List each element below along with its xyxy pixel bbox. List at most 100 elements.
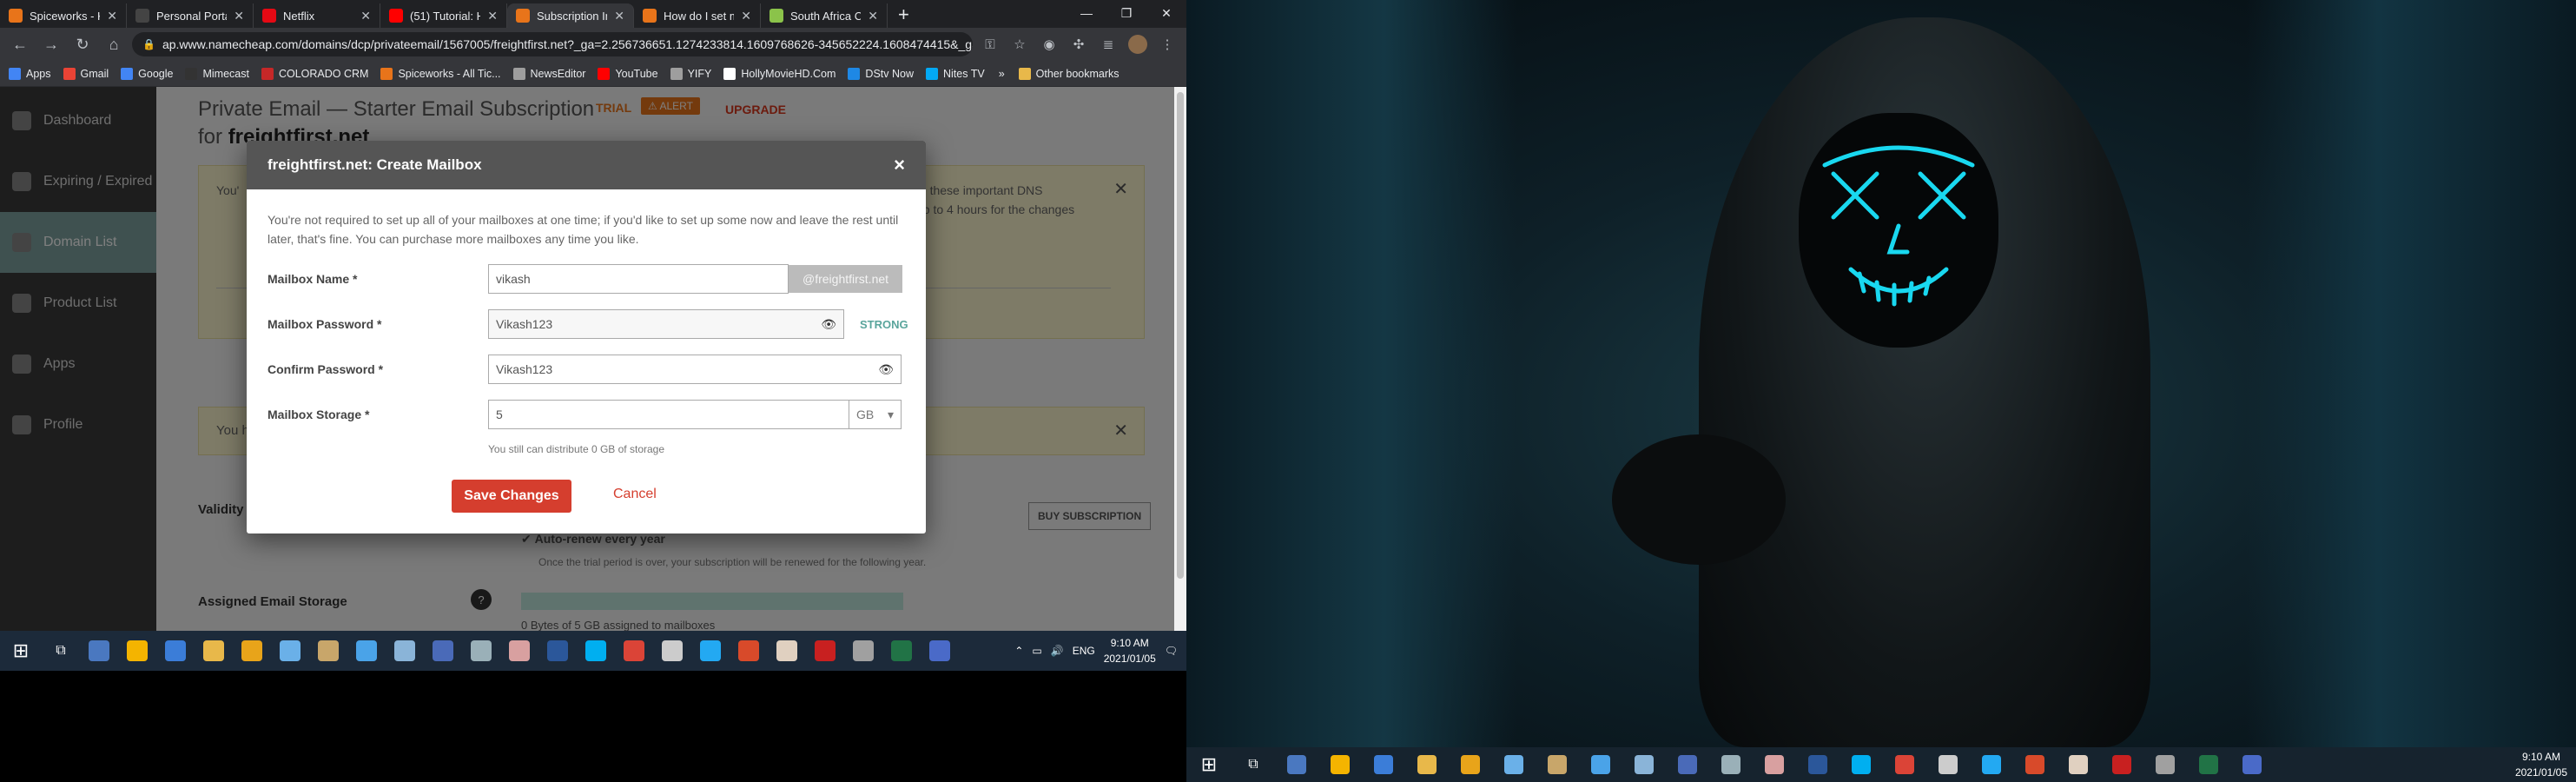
- close-tab-icon[interactable]: ✕: [360, 9, 371, 23]
- windows-start-icon[interactable]: ⊞: [0, 631, 42, 671]
- clock[interactable]: 9:10 AM 2021/01/05: [2515, 749, 2567, 780]
- menu-icon[interactable]: ⋮: [1155, 32, 1179, 56]
- bookmark-9[interactable]: HollyMovieHD.Com: [723, 67, 836, 80]
- skype2-icon[interactable]: [1840, 747, 1883, 782]
- bookmark-6[interactable]: NewsEditor: [512, 67, 585, 80]
- close-tab-icon[interactable]: ✕: [741, 9, 751, 23]
- scroll-thumb[interactable]: [1177, 92, 1184, 579]
- tab-5[interactable]: How do I set my d ✕: [634, 3, 761, 28]
- home-icon[interactable]: ⌂: [101, 31, 127, 57]
- bookmark-11[interactable]: Nites TV: [926, 67, 985, 80]
- eye-icon[interactable]: 👁: [878, 362, 894, 377]
- chrome2-icon[interactable]: [615, 631, 653, 671]
- chrome2-icon[interactable]: [1883, 747, 1926, 782]
- tab-3[interactable]: (51) Tutorial: How ✕: [380, 3, 507, 28]
- app4-icon[interactable]: [500, 631, 538, 671]
- bookmark-3[interactable]: Mimecast: [185, 67, 249, 80]
- mail-icon[interactable]: [1579, 747, 1622, 782]
- windows-start-icon[interactable]: ⊞: [1186, 747, 1232, 782]
- folder2-icon[interactable]: [309, 631, 347, 671]
- settings-icon[interactable]: [653, 631, 691, 671]
- bookmark-7[interactable]: YouTube: [598, 67, 658, 80]
- network-icon[interactable]: ▭: [1032, 645, 1041, 657]
- bookmark-10[interactable]: DStv Now: [848, 67, 914, 80]
- language-indicator[interactable]: ENG: [1073, 645, 1095, 657]
- restore-icon[interactable]: ❐: [1106, 0, 1146, 26]
- folder-icon[interactable]: [195, 631, 233, 671]
- app2-icon[interactable]: [1666, 747, 1709, 782]
- task-view-icon[interactable]: ⧉: [1232, 747, 1275, 782]
- word-icon[interactable]: [538, 631, 577, 671]
- eye-icon[interactable]: 👁: [821, 317, 836, 332]
- bookmark-4[interactable]: COLORADO CRM: [261, 67, 368, 80]
- tab-6[interactable]: South Africa Coron ✕: [761, 3, 888, 28]
- back-icon[interactable]: ←: [7, 31, 33, 57]
- mailbox-name-input[interactable]: vikash: [488, 264, 789, 294]
- app4-icon[interactable]: [1753, 747, 1796, 782]
- app1-icon[interactable]: [1622, 747, 1666, 782]
- more-bookmarks-icon[interactable]: »: [999, 68, 1005, 80]
- close-tab-icon[interactable]: ✕: [487, 9, 498, 23]
- app9-icon[interactable]: [921, 631, 959, 671]
- outlook-icon[interactable]: [1449, 747, 1492, 782]
- app8-icon[interactable]: [2143, 747, 2187, 782]
- app6-icon[interactable]: [768, 631, 806, 671]
- confirm-input[interactable]: Vikash123 👁: [488, 355, 902, 384]
- storage-input[interactable]: 5: [488, 400, 849, 429]
- file-explorer-icon[interactable]: [1275, 747, 1318, 782]
- file-explorer-icon[interactable]: [80, 631, 118, 671]
- task-view-icon[interactable]: ⧉: [42, 631, 80, 671]
- puzzle-icon[interactable]: ✣: [1067, 32, 1091, 56]
- remote-desktop-icon[interactable]: [1362, 747, 1405, 782]
- clock[interactable]: 9:10 AM 2021/01/05: [1104, 635, 1156, 666]
- save-changes-button[interactable]: Save Changes: [452, 480, 571, 513]
- bookmark-8[interactable]: YIFY: [670, 67, 711, 80]
- app6-icon[interactable]: [2057, 747, 2100, 782]
- close-tab-icon[interactable]: ✕: [868, 9, 878, 23]
- app5-icon[interactable]: [730, 631, 768, 671]
- app7-icon[interactable]: [2100, 747, 2143, 782]
- vscode-icon[interactable]: [691, 631, 730, 671]
- key-icon[interactable]: ⚿: [978, 32, 1002, 56]
- new-tab-button[interactable]: +: [888, 3, 920, 28]
- excel-icon[interactable]: [882, 631, 921, 671]
- chrome-icon[interactable]: [1318, 747, 1362, 782]
- star-icon[interactable]: ☆: [1007, 32, 1032, 56]
- skype2-icon[interactable]: [577, 631, 615, 671]
- settings-icon[interactable]: [1926, 747, 1970, 782]
- excel-icon[interactable]: [2187, 747, 2230, 782]
- app9-icon[interactable]: [2230, 747, 2274, 782]
- bookmark-0[interactable]: Apps: [9, 67, 51, 80]
- profile-button[interactable]: [1126, 32, 1150, 56]
- address-bar[interactable]: 🔒 ap.www.namecheap.com/domains/dcp/priva…: [132, 32, 973, 56]
- app7-icon[interactable]: [806, 631, 844, 671]
- close-tab-icon[interactable]: ✕: [234, 9, 244, 23]
- volume-icon[interactable]: 🔊: [1051, 645, 1064, 657]
- forward-icon[interactable]: →: [38, 31, 64, 57]
- bookmark-1[interactable]: Gmail: [63, 67, 109, 80]
- chrome-icon[interactable]: [118, 631, 156, 671]
- word-icon[interactable]: [1796, 747, 1840, 782]
- tray-chevron-icon[interactable]: ⌃: [1014, 645, 1023, 657]
- close-window-icon[interactable]: ✕: [1146, 0, 1186, 26]
- close-tab-icon[interactable]: ✕: [614, 9, 624, 23]
- vscode-icon[interactable]: [1970, 747, 2013, 782]
- extension-icon[interactable]: ◉: [1037, 32, 1061, 56]
- modal-close-icon[interactable]: ×: [894, 154, 905, 176]
- minimize-icon[interactable]: —: [1067, 0, 1106, 26]
- app1-icon[interactable]: [386, 631, 424, 671]
- outlook-icon[interactable]: [233, 631, 271, 671]
- folder-icon[interactable]: [1405, 747, 1449, 782]
- tab-1[interactable]: Personal Portal ✕: [127, 3, 254, 28]
- remote-desktop-icon[interactable]: [156, 631, 195, 671]
- app3-icon[interactable]: [462, 631, 500, 671]
- other-bookmarks[interactable]: Other bookmarks: [1018, 67, 1120, 80]
- app2-icon[interactable]: [424, 631, 462, 671]
- close-tab-icon[interactable]: ✕: [107, 9, 117, 23]
- tab-4[interactable]: Subscription Info ✕: [507, 3, 634, 28]
- skype-icon[interactable]: [1492, 747, 1536, 782]
- app3-icon[interactable]: [1709, 747, 1753, 782]
- mail-icon[interactable]: [347, 631, 386, 671]
- reload-icon[interactable]: ↻: [69, 31, 96, 57]
- tab-0[interactable]: Spiceworks - KZN ✕: [0, 3, 127, 28]
